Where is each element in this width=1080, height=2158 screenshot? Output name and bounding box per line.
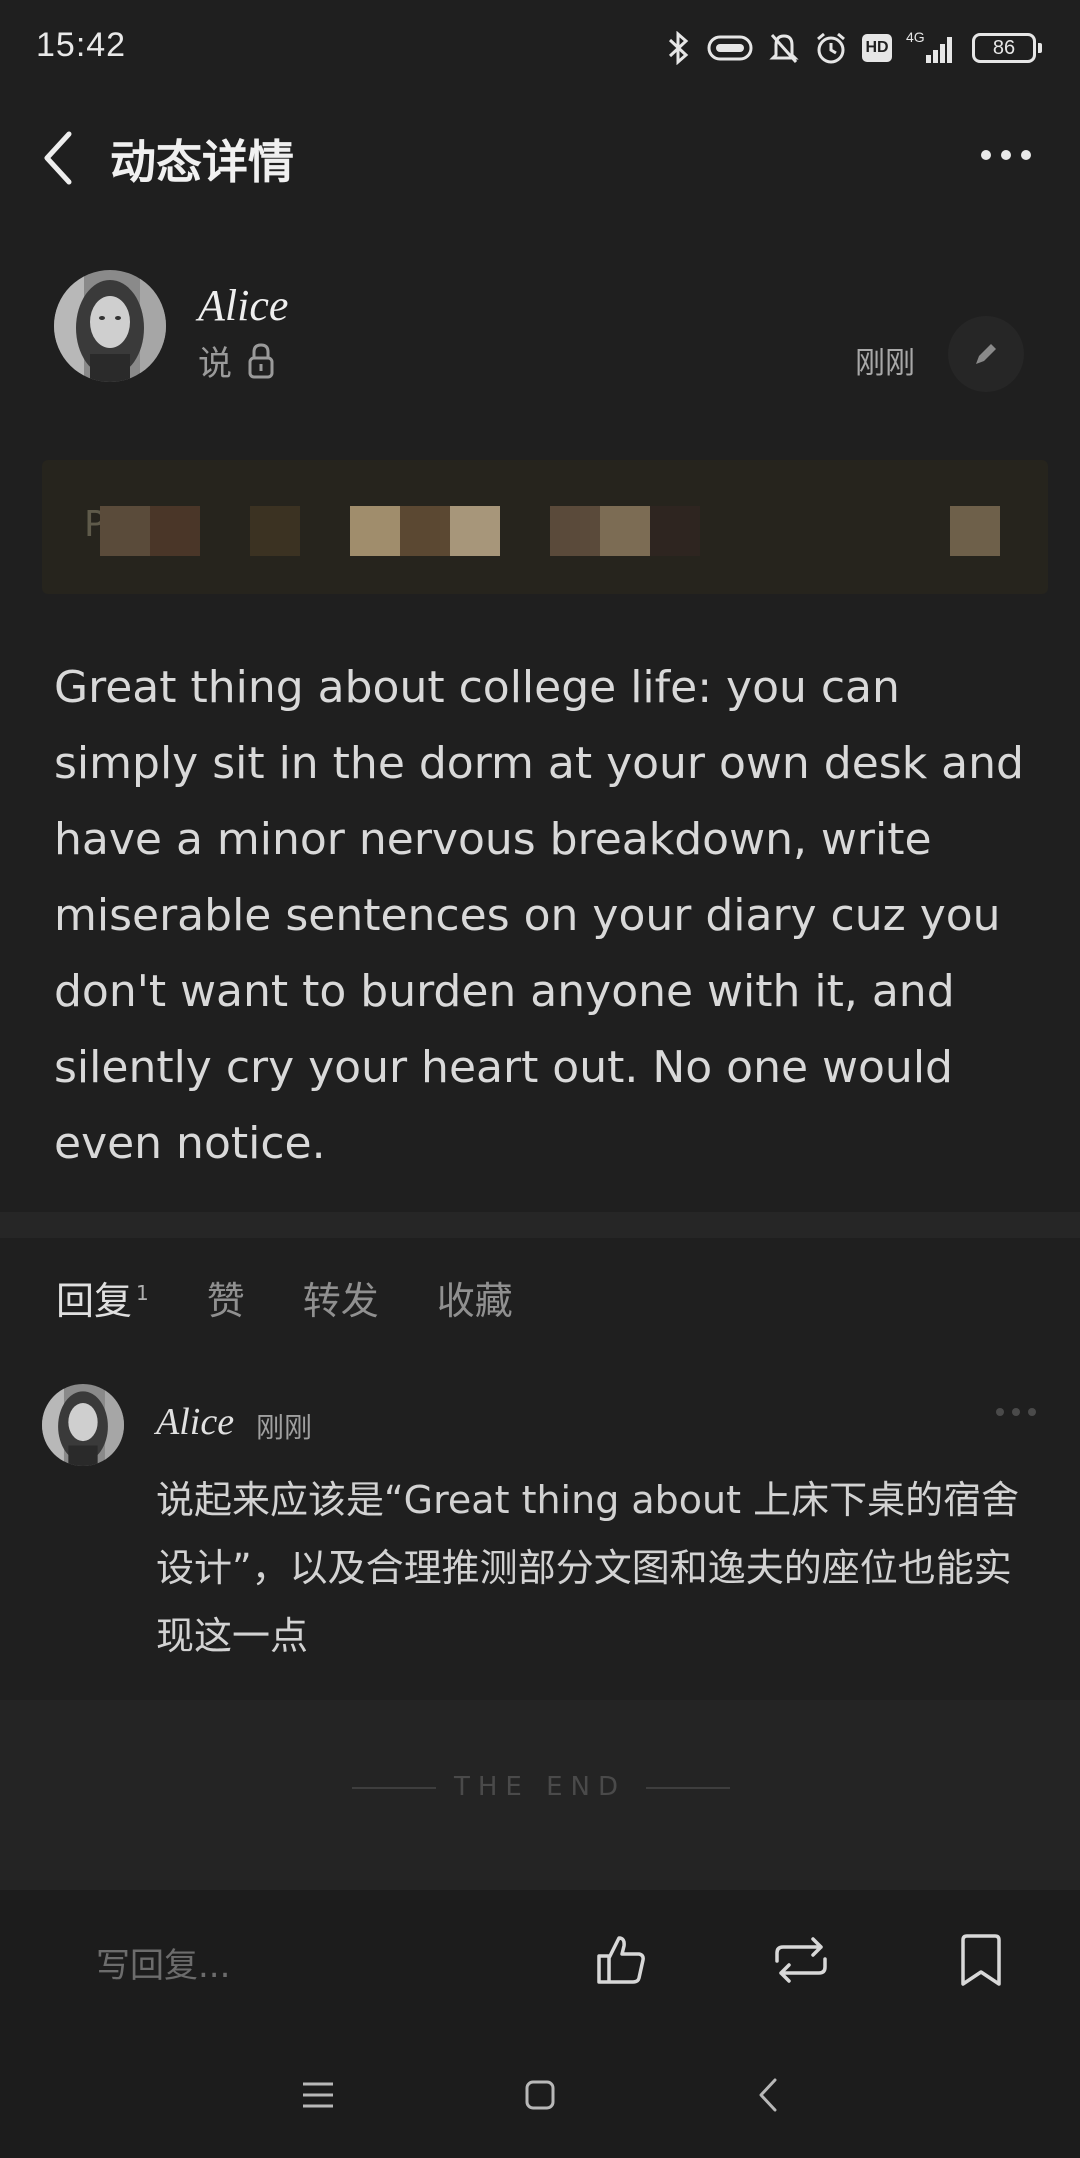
vibrate-icon xyxy=(707,35,753,61)
menu-icon xyxy=(303,2082,333,2108)
nav-back-button[interactable] xyxy=(738,2070,798,2120)
comment-avatar[interactable] xyxy=(42,1384,124,1466)
repost-button[interactable] xyxy=(765,1928,837,1992)
post-body: Great thing about college life: you can … xyxy=(54,662,1024,1169)
tab-likes[interactable]: 赞 xyxy=(207,1270,245,1325)
bluetooth-icon xyxy=(668,31,689,65)
chevron-left-icon xyxy=(44,131,72,185)
lock-icon xyxy=(248,342,274,378)
hd-icon: HD xyxy=(862,34,892,62)
reply-input[interactable]: 写回复... xyxy=(96,1938,230,1987)
pencil-icon xyxy=(976,344,996,364)
blurred-banner[interactable]: P xyxy=(42,460,1048,594)
nav-home-button[interactable] xyxy=(510,2070,570,2120)
edit-button[interactable] xyxy=(948,316,1024,392)
home-square-icon xyxy=(525,2080,555,2110)
comment-time: 刚刚 xyxy=(256,1411,313,1444)
status-time: 15:42 xyxy=(36,26,127,64)
like-button[interactable] xyxy=(585,1928,657,1992)
author-name[interactable]: Alice xyxy=(198,280,288,331)
author-avatar[interactable] xyxy=(54,270,166,382)
tab-reposts[interactable]: 转发 xyxy=(303,1270,379,1325)
comment-author[interactable]: Alice xyxy=(156,1400,234,1444)
end-divider-right xyxy=(646,1787,730,1789)
comment-more-button[interactable] xyxy=(996,1408,1036,1416)
interaction-tabs: 回复 1 赞 转发 收藏 xyxy=(56,1270,571,1325)
tab-replies[interactable]: 回复 1 xyxy=(56,1270,149,1325)
favorite-button[interactable] xyxy=(945,1928,1017,1992)
alarm-icon xyxy=(817,32,845,64)
battery-level: 86 xyxy=(972,33,1036,63)
more-dot-icon xyxy=(996,1408,1004,1416)
mute-bell-icon xyxy=(769,34,799,63)
more-dot-icon xyxy=(981,150,991,160)
reply-count: 1 xyxy=(136,1281,149,1306)
repost-icon xyxy=(775,1937,827,1983)
post-time: 刚刚 xyxy=(855,346,915,381)
back-arrow-icon xyxy=(759,2078,777,2112)
comment-body: 说起来应该是“Great thing about 上床下桌的宿舍设计”，以及合理… xyxy=(156,1478,1020,1658)
page-title: 动态详情 xyxy=(110,135,294,189)
signal-icon: 4G xyxy=(906,29,958,65)
battery-icon: 86 xyxy=(972,33,1042,63)
tab-favorites[interactable]: 收藏 xyxy=(437,1270,513,1325)
more-options-button[interactable] xyxy=(966,130,1046,180)
thumbs-up-icon xyxy=(597,1936,645,1984)
end-label: THE END xyxy=(453,1772,627,1802)
status-icons: HD 4G 86 xyxy=(666,24,1042,72)
post-visibility: 说 xyxy=(198,336,276,385)
post-verb: 说 xyxy=(198,344,232,384)
bookmark-icon xyxy=(961,1934,1001,1986)
section-divider xyxy=(0,1212,1080,1238)
nav-menu-button[interactable] xyxy=(288,2070,348,2120)
back-button[interactable] xyxy=(30,118,86,198)
